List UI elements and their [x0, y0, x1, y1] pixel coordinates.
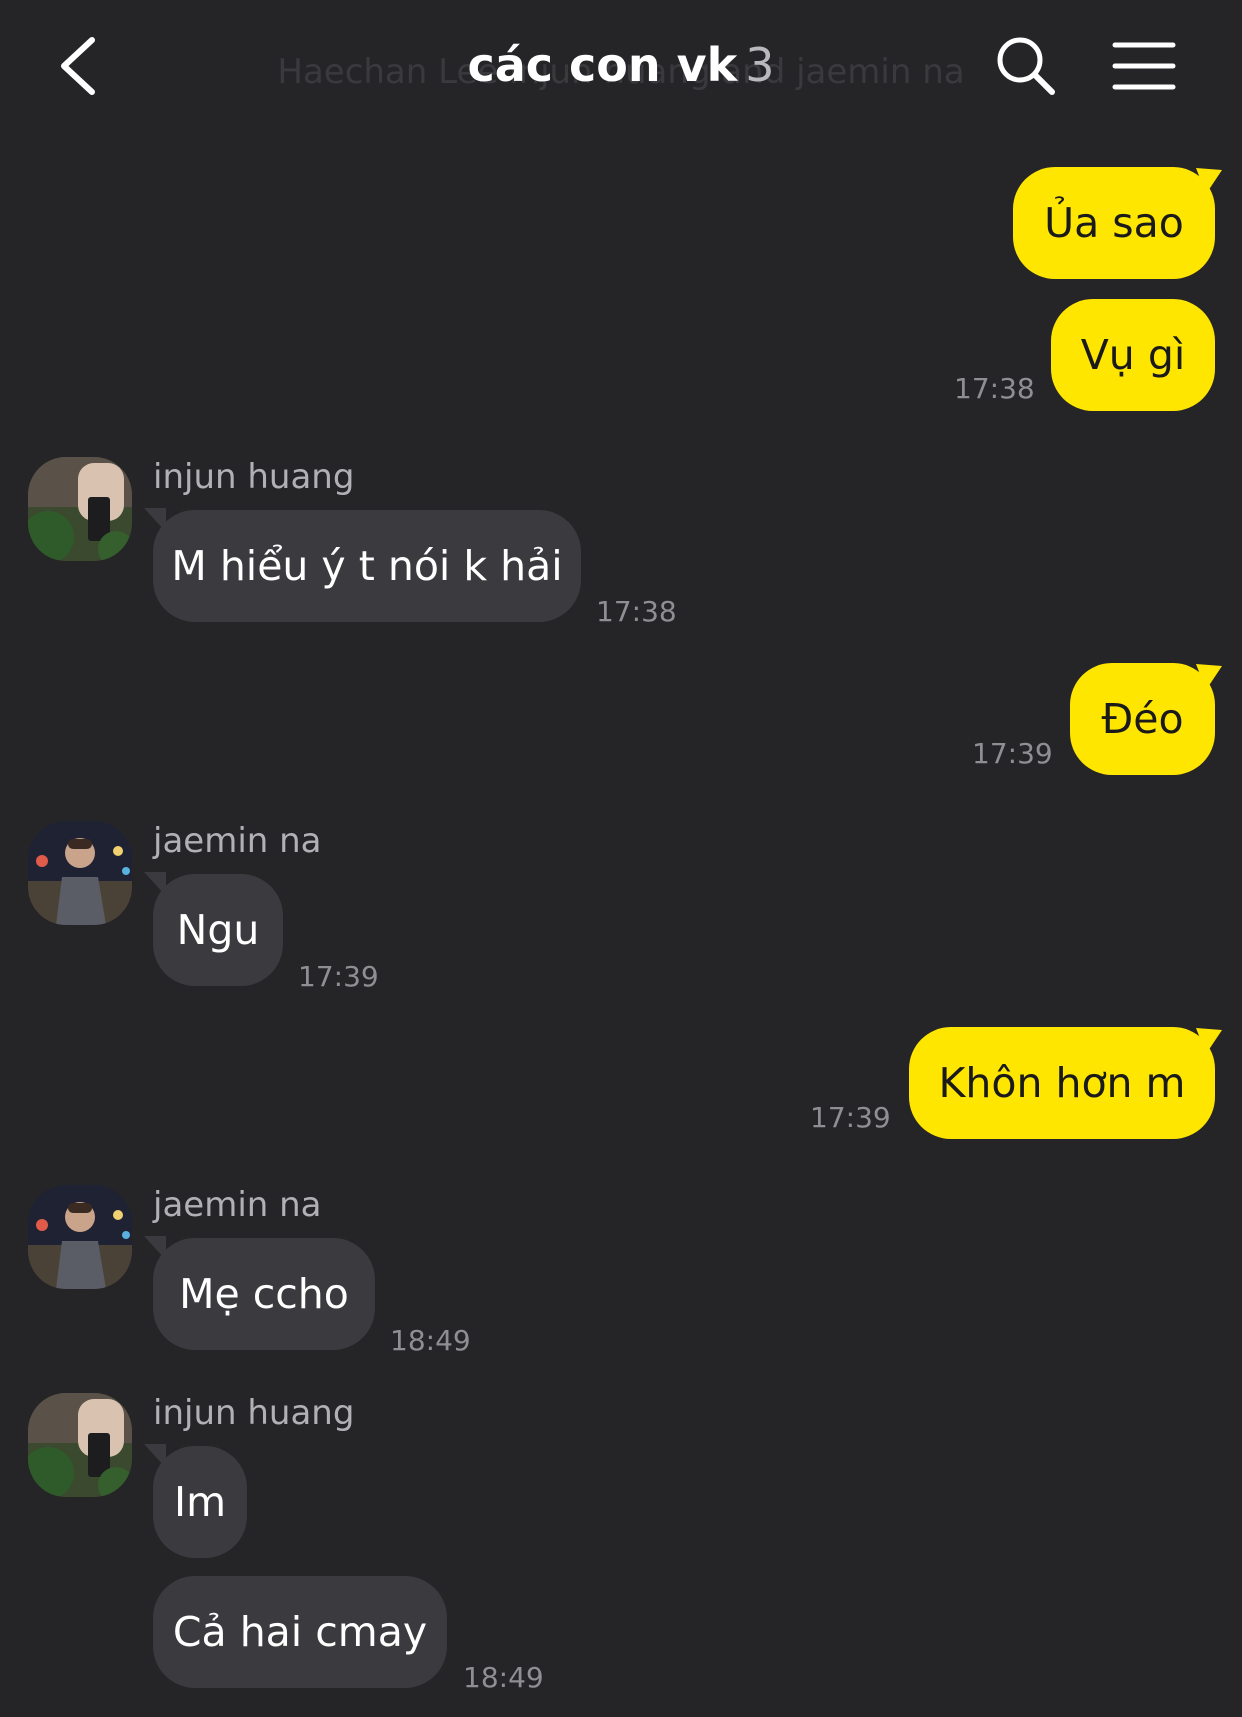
- sender-name: jaemin na: [153, 1185, 322, 1225]
- message-bubble[interactable]: Cả hai cmay: [153, 1576, 447, 1688]
- message-bubble[interactable]: Vụ gì: [1051, 299, 1215, 411]
- avatar[interactable]: [28, 821, 132, 925]
- message-time: 17:39: [298, 960, 379, 993]
- chat-header: Haechan Lee injun huang and jaemin na cá…: [0, 0, 1242, 140]
- message-bubble[interactable]: M hiểu ý t nói k hải: [153, 510, 581, 622]
- sender-name: jaemin na: [153, 821, 322, 861]
- avatar-photo: [28, 821, 132, 925]
- message-time: 17:38: [954, 372, 1035, 405]
- message-time: 17:38: [596, 595, 677, 628]
- message-time: 17:39: [972, 737, 1053, 770]
- avatar-photo: [28, 1393, 132, 1497]
- message-bubble[interactable]: Đéo: [1070, 663, 1215, 775]
- message-time: 18:49: [463, 1661, 544, 1694]
- avatar[interactable]: [28, 1185, 132, 1289]
- menu-button[interactable]: [1112, 40, 1176, 92]
- message-time: 17:39: [810, 1101, 891, 1134]
- sender-name: injun huang: [153, 1393, 355, 1433]
- avatar-photo: [28, 457, 132, 561]
- message-bubble[interactable]: Khôn hơn m: [909, 1027, 1215, 1139]
- chat-title-text: các con vk: [467, 38, 738, 92]
- message-time: 18:49: [390, 1324, 471, 1357]
- sender-name: injun huang: [153, 457, 355, 497]
- search-button[interactable]: [994, 34, 1058, 98]
- message-bubble[interactable]: Ủa sao: [1013, 167, 1215, 279]
- message-bubble[interactable]: Im: [153, 1446, 247, 1558]
- avatar[interactable]: [28, 457, 132, 561]
- member-count: 3: [745, 38, 775, 92]
- message-bubble[interactable]: Mẹ ccho: [153, 1238, 375, 1350]
- avatar-photo: [28, 1185, 132, 1289]
- menu-icon: [1112, 42, 1176, 90]
- avatar[interactable]: [28, 1393, 132, 1497]
- message-bubble[interactable]: Ngu: [153, 874, 283, 986]
- search-icon: [997, 37, 1055, 95]
